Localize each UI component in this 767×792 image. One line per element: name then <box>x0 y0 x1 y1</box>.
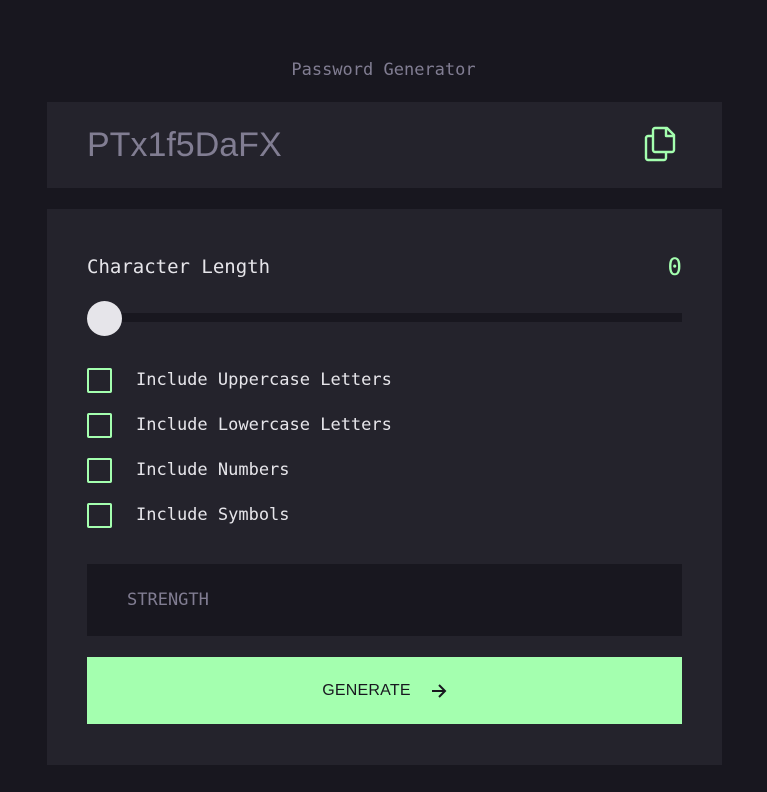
settings-panel: Character Length 0 Include Uppercase Let… <box>47 209 722 765</box>
lowercase-checkbox[interactable] <box>87 413 112 438</box>
password-display-panel: PTx1f5DaFX <box>47 102 722 188</box>
character-length-value: 0 <box>667 253 682 281</box>
generate-label: GENERATE <box>322 681 411 699</box>
password-output: PTx1f5DaFX <box>87 126 282 164</box>
strength-meter: STRENGTH <box>87 564 682 636</box>
symbols-checkbox[interactable] <box>87 503 112 528</box>
copy-button[interactable] <box>643 126 677 162</box>
character-length-label: Character Length <box>87 256 271 278</box>
length-slider-thumb[interactable] <box>87 301 122 336</box>
numbers-checkbox[interactable] <box>87 458 112 483</box>
symbols-label[interactable]: Include Symbols <box>136 503 290 528</box>
arrow-right-icon <box>431 683 447 698</box>
app-title: Password Generator <box>291 60 476 80</box>
length-slider-track[interactable] <box>87 313 682 322</box>
numbers-label[interactable]: Include Numbers <box>136 458 290 483</box>
lowercase-label[interactable]: Include Lowercase Letters <box>136 413 392 438</box>
strength-label: STRENGTH <box>127 590 209 610</box>
uppercase-checkbox[interactable] <box>87 368 112 393</box>
generate-button[interactable]: GENERATE <box>87 657 682 724</box>
uppercase-label[interactable]: Include Uppercase Letters <box>136 368 392 393</box>
copy-icon <box>644 126 676 162</box>
